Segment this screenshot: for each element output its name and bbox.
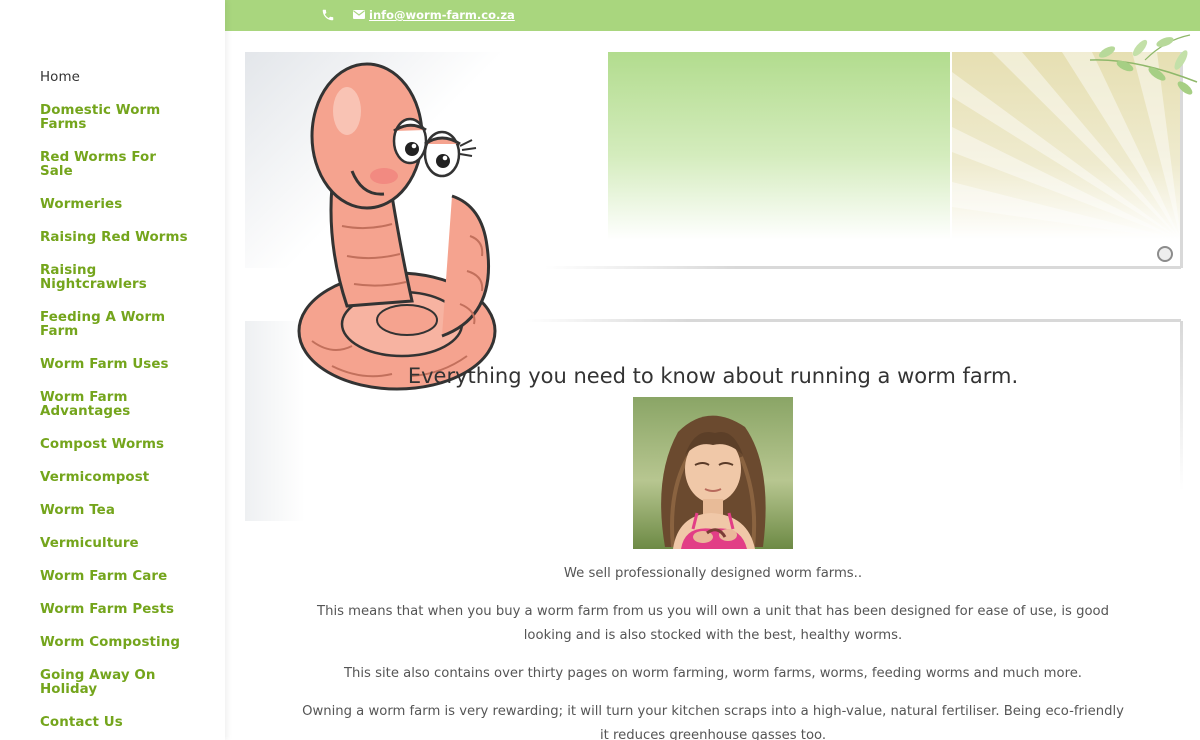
menu-link-compost-worms[interactable]: Compost Worms (40, 438, 190, 452)
menu-item-vermiculture: Vermiculture (40, 537, 190, 551)
sidebar: Home Domestic Worm Farms Red Worms For S… (0, 0, 225, 740)
menu-link-raising-red-worms[interactable]: Raising Red Worms (40, 231, 190, 245)
card-top-border (525, 319, 1181, 322)
intro-paragraph: We sell professionally designed worm far… (563, 566, 863, 581)
menu-item-feeding-a-worm-farm: Feeding A Worm Farm (40, 311, 190, 339)
menu-link-going-away-on-holiday[interactable]: Going Away On Holiday (40, 669, 190, 697)
main-menu: Home Domestic Worm Farms Red Worms For S… (40, 71, 190, 740)
menu-link-worm-farm-pests[interactable]: Worm Farm Pests (40, 603, 190, 617)
menu-item-raising-nightcrawlers: Raising Nightcrawlers (40, 264, 190, 292)
intro-paragraph: Owning a worm farm is very rewarding; it… (302, 704, 1124, 740)
leaf-sprig-icon (1089, 34, 1198, 95)
menu-item-red-worms-for-sale: Red Worms For Sale (40, 151, 190, 179)
top-bar: info@worm-farm.co.za (225, 0, 1200, 31)
page-headline: Everything you need to know about runnin… (407, 364, 1019, 388)
menu-item-worm-farm-advantages: Worm Farm Advantages (40, 391, 190, 419)
menu-link-feeding-a-worm-farm[interactable]: Feeding A Worm Farm (40, 311, 190, 339)
menu-item-home: Home (40, 71, 190, 85)
banner-green-panel (608, 52, 950, 240)
menu-link-worm-tea[interactable]: Worm Tea (40, 504, 190, 518)
menu-link-worm-farm-care[interactable]: Worm Farm Care (40, 570, 190, 584)
banner-divider (545, 266, 1181, 269)
menu-item-domestic-worm-farms: Domestic Worm Farms (40, 104, 190, 132)
menu-link-red-worms-for-sale[interactable]: Red Worms For Sale (40, 151, 190, 179)
phone-icon[interactable] (321, 8, 335, 22)
menu-item-worm-farm-pests: Worm Farm Pests (40, 603, 190, 617)
menu-item-going-away-on-holiday: Going Away On Holiday (40, 669, 190, 697)
menu-item-wormeries: Wormeries (40, 198, 190, 212)
menu-item-worm-farm-uses: Worm Farm Uses (40, 358, 190, 372)
intro-paragraph: This means that when you buy a worm farm… (317, 604, 1109, 643)
menu-link-wormeries[interactable]: Wormeries (40, 198, 190, 212)
menu-link-home[interactable]: Home (40, 71, 190, 85)
envelope-icon (353, 10, 365, 19)
menu-item-compost-worms: Compost Worms (40, 438, 190, 452)
intro-paragraph: This site also contains over thirty page… (343, 666, 1083, 681)
slider-indicator[interactable] (1157, 246, 1173, 262)
menu-item-vermicompost: Vermicompost (40, 471, 190, 485)
menu-item-worm-tea: Worm Tea (40, 504, 190, 518)
girl-with-worm-photo (633, 397, 793, 549)
menu-link-domestic-worm-farms[interactable]: Domestic Worm Farms (40, 104, 190, 132)
email-link[interactable]: info@worm-farm.co.za (369, 8, 515, 22)
worm-mascot-illustration (297, 62, 497, 391)
intro-text: We sell professionally designed worm far… (300, 562, 1126, 740)
menu-item-worm-composting: Worm Composting (40, 636, 190, 650)
menu-link-vermicompost[interactable]: Vermicompost (40, 471, 190, 485)
menu-link-raising-nightcrawlers[interactable]: Raising Nightcrawlers (40, 264, 190, 292)
menu-item-contact-us: Contact Us (40, 716, 190, 730)
menu-link-contact-us[interactable]: Contact Us (40, 716, 190, 730)
menu-item-raising-red-worms: Raising Red Worms (40, 231, 190, 245)
menu-link-worm-farm-advantages[interactable]: Worm Farm Advantages (40, 391, 190, 419)
card-right-border (1180, 321, 1183, 491)
menu-item-worm-farm-care: Worm Farm Care (40, 570, 190, 584)
menu-link-worm-farm-uses[interactable]: Worm Farm Uses (40, 358, 190, 372)
menu-link-vermiculture[interactable]: Vermiculture (40, 537, 190, 551)
menu-link-worm-composting[interactable]: Worm Composting (40, 636, 190, 650)
